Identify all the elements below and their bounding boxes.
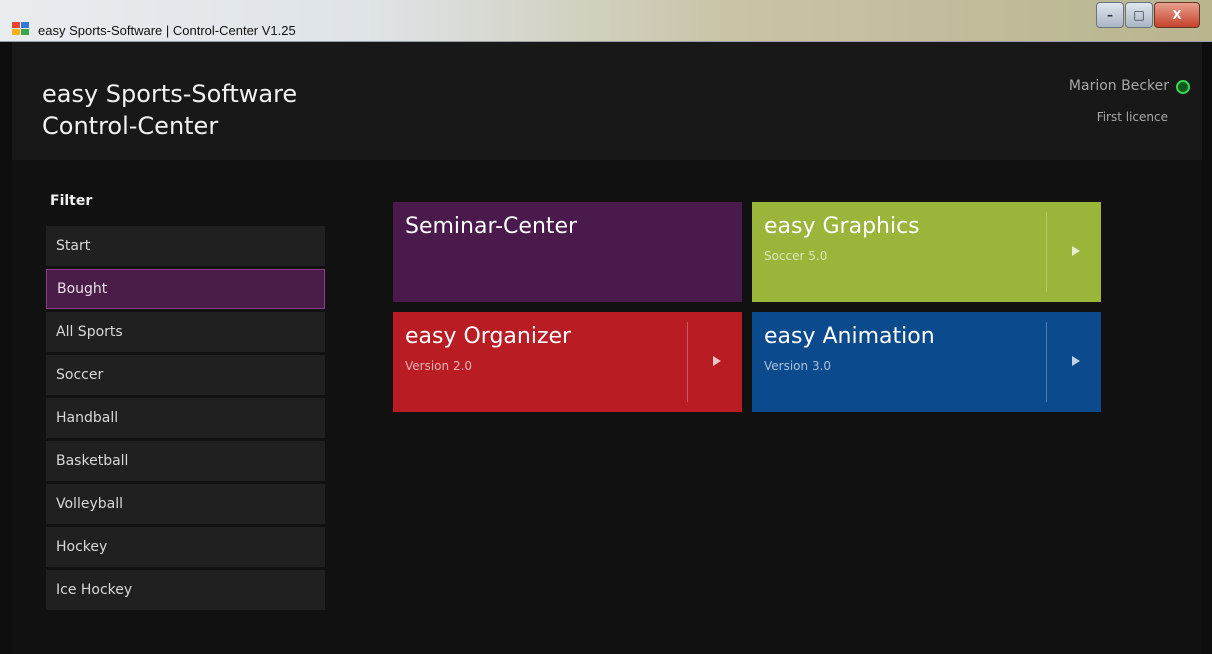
tile-title: Seminar-Center <box>405 214 578 239</box>
user-name[interactable]: Marion Becker <box>1069 78 1169 94</box>
app-header: easy Sports-Software Control-Center Mari… <box>12 42 1202 160</box>
filter-item-hockey[interactable]: Hockey <box>46 527 325 567</box>
filter-item-start[interactable]: Start <box>46 226 325 266</box>
app-window: easy Sports-Software Control-Center Mari… <box>12 42 1202 654</box>
window-controls: – □ X <box>1095 2 1200 28</box>
tile-title: easy Graphics <box>764 214 920 239</box>
tile-title: easy Animation <box>764 324 935 349</box>
filter-item-ice-hockey[interactable]: Ice Hockey <box>46 570 325 610</box>
app-title-line2: Control-Center <box>42 112 219 140</box>
window-titlebar: easy Sports-Software | Control-Center V1… <box>0 0 1212 42</box>
tile-divider <box>1046 212 1047 292</box>
tile-divider <box>1046 322 1047 402</box>
filter-list: Start Bought All Sports Soccer Handball … <box>46 226 325 613</box>
filter-item-handball[interactable]: Handball <box>46 398 325 438</box>
filter-item-all-sports[interactable]: All Sports <box>46 312 325 352</box>
tile-divider <box>687 322 688 402</box>
app-title-line1: easy Sports-Software <box>42 80 298 108</box>
tile-easy-graphics[interactable]: easy Graphics Soccer 5.0 <box>752 202 1101 302</box>
online-status-icon <box>1176 80 1190 94</box>
tile-seminar-center[interactable]: Seminar-Center <box>393 202 742 302</box>
play-arrow-icon[interactable] <box>713 356 721 366</box>
close-button[interactable]: X <box>1154 2 1200 28</box>
filter-item-soccer[interactable]: Soccer <box>46 355 325 395</box>
minimize-button[interactable]: – <box>1096 2 1124 28</box>
filter-item-volleyball[interactable]: Volleyball <box>46 484 325 524</box>
tile-easy-organizer[interactable]: easy Organizer Version 2.0 <box>393 312 742 412</box>
app-title: easy Sports-Software Control-Center <box>42 78 297 142</box>
tile-subtitle: Version 3.0 <box>764 359 832 373</box>
app-logo-icon <box>12 22 30 36</box>
tile-subtitle: Version 2.0 <box>405 359 473 373</box>
tile-easy-animation[interactable]: easy Animation Version 3.0 <box>752 312 1101 412</box>
filter-heading: Filter <box>50 193 93 209</box>
play-arrow-icon[interactable] <box>1072 356 1080 366</box>
window-title: easy Sports-Software | Control-Center V1… <box>38 23 296 38</box>
maximize-button[interactable]: □ <box>1125 2 1153 28</box>
licence-label: First licence <box>1096 110 1168 124</box>
filter-item-basketball[interactable]: Basketball <box>46 441 325 481</box>
tile-title: easy Organizer <box>405 324 572 349</box>
tile-subtitle: Soccer 5.0 <box>764 249 828 263</box>
filter-item-bought[interactable]: Bought <box>46 269 325 309</box>
play-arrow-icon[interactable] <box>1072 246 1080 256</box>
